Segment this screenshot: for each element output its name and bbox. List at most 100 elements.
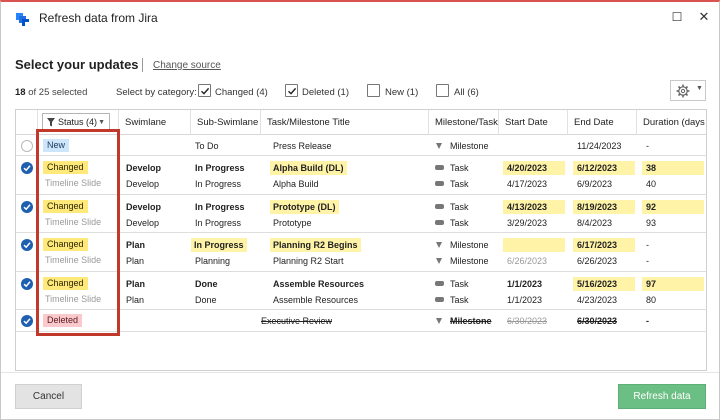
gear-icon (676, 84, 690, 98)
start-date-cell: 4/17/2023 (507, 179, 548, 189)
end-date-cell: 8/4/2023 (577, 218, 613, 228)
type-cell: Task (450, 202, 469, 212)
swimlane-cell: Develop (126, 179, 160, 189)
milestone-icon (436, 318, 442, 324)
start-date-cell: 4/20/2023 (503, 161, 565, 175)
title-bar: Refresh data from Jira ☐ ✕ (1, 2, 719, 36)
type-cell: Milestone (450, 141, 489, 151)
check-icon (23, 204, 31, 211)
column-header-start-date[interactable]: Start Date (499, 110, 568, 135)
maximize-button[interactable]: ☐ (668, 8, 686, 26)
duration-cell: - (646, 256, 649, 266)
updates-table: Status (4) ▼ Swimlane Sub-Swimlane Task/… (15, 109, 707, 371)
title-cell: Alpha Build (DL) (270, 161, 347, 175)
table-row[interactable]: New To Do Press Release Milestone 11/24/… (16, 135, 706, 156)
column-header-end-date[interactable]: End Date (568, 110, 637, 135)
duration-cell: 40 (646, 179, 657, 189)
cancel-button[interactable]: Cancel (15, 384, 82, 409)
check-icon (288, 87, 297, 95)
title-cell: Planning R2 Begins (270, 238, 361, 252)
end-date-cell: 4/23/2023 (577, 295, 618, 305)
row-select-checkbox[interactable] (21, 239, 33, 251)
start-date-cell: 6/30/2023 (507, 316, 548, 326)
row-select-checkbox[interactable] (21, 315, 33, 327)
task-icon (435, 281, 444, 286)
selection-count: 18 of 25 selected (15, 87, 87, 98)
end-date-cell: 6/30/2023 (577, 316, 618, 326)
title-cell: Prototype (273, 218, 312, 228)
change-source-link[interactable]: Change source (153, 60, 221, 71)
sub-swimlane-cell: To Do (195, 141, 219, 151)
type-cell: Task (450, 163, 469, 173)
type-cell: Task (450, 218, 469, 228)
column-header-swimlane[interactable]: Swimlane (119, 110, 191, 135)
new-checkbox[interactable] (367, 84, 380, 97)
all-checkbox[interactable] (436, 84, 449, 97)
footer-divider (1, 372, 719, 373)
type-cell: Milestone (450, 240, 489, 250)
row-select-checkbox[interactable] (21, 162, 33, 174)
status-badge: Changed (43, 277, 88, 290)
swimlane-cell: Develop (126, 202, 162, 212)
sub-status-label: Timeline Slide (45, 178, 102, 188)
column-header-type[interactable]: Milestone/Task (429, 110, 499, 135)
start-date-cell (503, 238, 565, 252)
refresh-data-button[interactable]: Refresh data (618, 384, 706, 409)
table-row[interactable]: Changed Timeline Slide Develop Develop I… (16, 195, 706, 233)
title-cell: Assemble Resources (273, 295, 359, 305)
status-badge: Changed (43, 161, 88, 174)
task-icon (435, 220, 444, 225)
title-cell: Executive Review (261, 316, 333, 326)
type-cell: Task (450, 279, 469, 289)
duration-cell: 80 (646, 295, 657, 305)
sub-status-label: Timeline Slide (45, 255, 102, 265)
row-select-checkbox[interactable] (21, 278, 33, 290)
title-cell: Alpha Build (273, 179, 319, 189)
chevron-down-icon: ▼ (696, 85, 703, 92)
task-icon (435, 297, 444, 302)
type-cell: Task (450, 179, 469, 189)
table-header: Status (4) ▼ Swimlane Sub-Swimlane Task/… (16, 110, 706, 135)
duration-cell: 97 (642, 277, 704, 291)
changed-checkbox[interactable] (198, 84, 211, 97)
deleted-checkbox[interactable] (285, 84, 298, 97)
close-button[interactable]: ✕ (695, 8, 713, 26)
check-icon (201, 87, 210, 95)
table-row[interactable]: Deleted Executive Review Milestone 6/30/… (16, 310, 706, 332)
table-row[interactable]: Changed Timeline Slide Plan Plan Done Do… (16, 272, 706, 310)
table-row[interactable]: Changed Timeline Slide Develop Develop I… (16, 156, 706, 195)
sub-swimlane-cell: Done (195, 279, 218, 289)
total-count: of 25 selected (28, 87, 88, 98)
sub-swimlane-cell: In Progress (195, 179, 242, 189)
jira-logo-icon (16, 13, 29, 26)
end-date-cell: 11/24/2023 (577, 141, 622, 151)
duration-cell: 38 (642, 161, 704, 175)
column-header-title[interactable]: Task/Milestone Title (261, 110, 429, 135)
end-date-cell: 6/17/2023 (573, 238, 635, 252)
duration-cell: - (646, 141, 649, 151)
page-title: Select your updates (15, 57, 139, 72)
duration-cell: 93 (646, 218, 657, 228)
select-column-header (16, 110, 38, 135)
column-header-duration[interactable]: Duration (days (637, 110, 706, 135)
column-header-sub-swimlane[interactable]: Sub-Swimlane (191, 110, 261, 135)
milestone-icon (436, 258, 442, 264)
filter-icon (47, 118, 55, 127)
sub-status-label: Timeline Slide (45, 294, 102, 304)
end-date-cell: 6/12/2023 (573, 161, 635, 175)
title-divider (142, 58, 143, 72)
title-cell: Planning R2 Start (273, 256, 344, 266)
end-date-cell: 6/9/2023 (577, 179, 613, 189)
check-icon (23, 281, 31, 288)
row-select-radio[interactable] (21, 140, 33, 152)
title-cell: Press Release (273, 141, 332, 151)
status-column-header: Status (4) ▼ (38, 110, 119, 135)
status-filter-button[interactable]: Status (4) ▼ (42, 113, 110, 132)
settings-dropdown[interactable]: ▼ (670, 80, 706, 101)
row-select-checkbox[interactable] (21, 201, 33, 213)
check-icon (23, 165, 31, 172)
duration-cell: - (646, 240, 649, 250)
title-cell: Assemble Resources (273, 279, 365, 289)
table-row[interactable]: Changed Timeline Slide Plan Plan In Prog… (16, 233, 706, 272)
start-date-cell: 6/26/2023 (507, 256, 548, 266)
